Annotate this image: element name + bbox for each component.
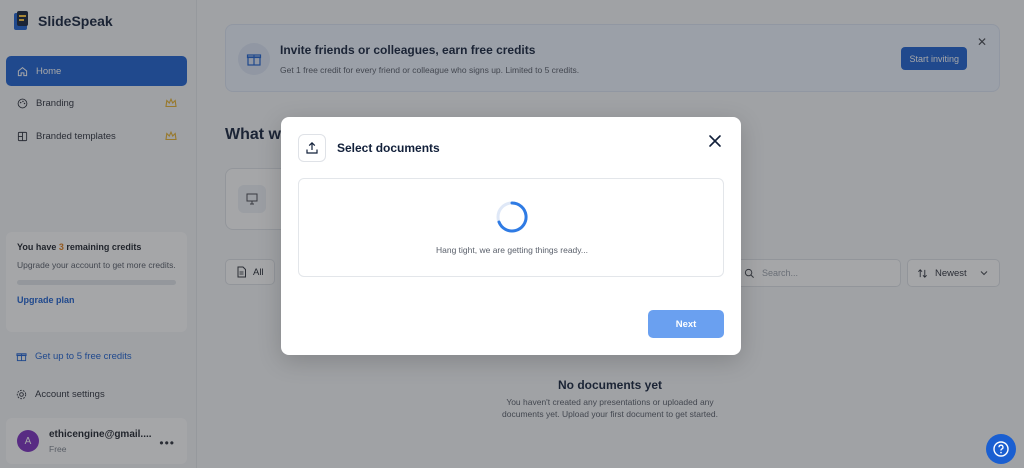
select-documents-modal: Select documents Hang tight, we are gett… (281, 117, 741, 355)
close-icon[interactable] (707, 133, 723, 149)
loading-spinner-icon (496, 201, 528, 233)
document-drop-zone[interactable]: Hang tight, we are getting things ready.… (298, 178, 724, 277)
next-button[interactable]: Next (648, 310, 724, 338)
help-icon (993, 441, 1009, 457)
upload-icon (298, 134, 326, 162)
loading-text: Hang tight, we are getting things ready.… (436, 245, 588, 255)
help-button[interactable] (986, 434, 1016, 464)
modal-title: Select documents (337, 141, 440, 155)
